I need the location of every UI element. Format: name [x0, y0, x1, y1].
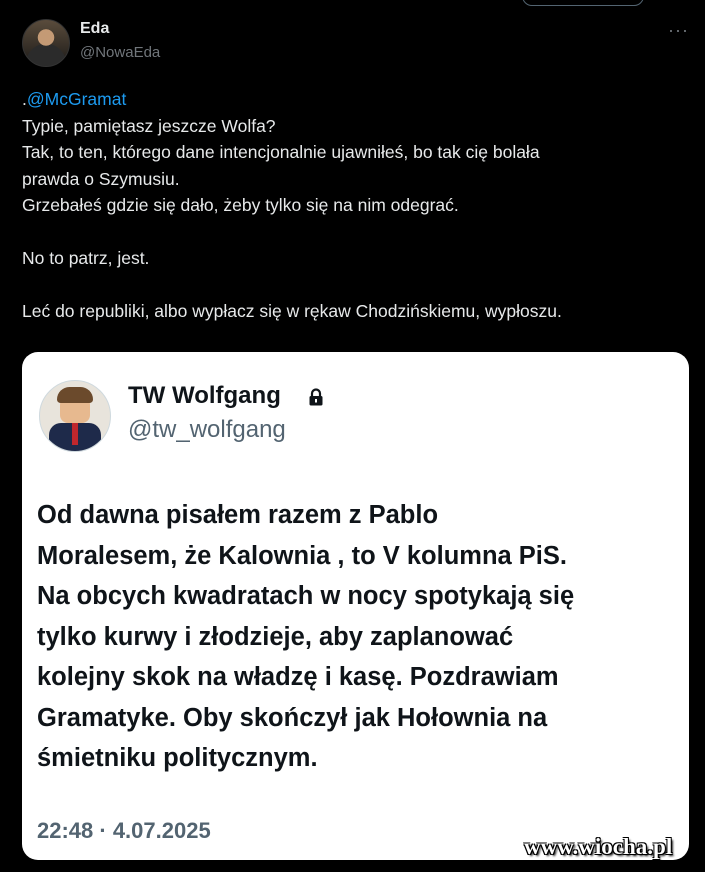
post-line: No to patrz, jest. [22, 248, 150, 268]
embedded-author-handle: @tw_wolfgang [128, 416, 286, 443]
embedded-line: Na obcych kwadratach w nocy spotykają si… [37, 582, 575, 610]
more-dots-icon[interactable]: ··· [668, 20, 689, 41]
author-handle[interactable]: @NowaEda [80, 44, 160, 61]
top-button-outline[interactable] [522, 0, 644, 6]
embedded-line: śmietniku politycznym. [37, 744, 318, 772]
embedded-author-avatar [39, 380, 111, 452]
post-text: .@McGramat Typie, pamiętasz jeszcze Wolf… [22, 86, 682, 325]
embedded-line: kolejny skok na władzę i kasę. Pozdrawia… [37, 663, 559, 691]
author-name[interactable]: Eda [80, 20, 109, 38]
embedded-timestamp: 22:48 · 4.07.2025 [37, 818, 211, 843]
author-avatar[interactable] [22, 19, 70, 67]
embedded-tweet-text: Od dawna pisałem razem z Pablo Moralesem… [37, 495, 687, 779]
embedded-line: Od dawna pisałem razem z Pablo [37, 501, 439, 529]
embedded-line: Gramatyke. Oby skończył jak Hołownia na [37, 703, 548, 732]
lock-icon [309, 388, 323, 406]
post-line: Typie, pamiętasz jeszcze Wolfa? [22, 115, 276, 136]
site-watermark: www.wiocha.pl [524, 834, 673, 859]
embedded-author-name: TW Wolfgang [128, 382, 281, 409]
embedded-line: tylko kurwy i złodzieje, aby zaplanować [37, 622, 514, 651]
post-line: Leć do republiki, albo wypłacz się w ręk… [22, 301, 562, 321]
mention-link[interactable]: @McGramat [27, 89, 126, 109]
post-line: Tak, to ten, którego dane intencjonalnie… [22, 142, 540, 162]
post-line: prawda o Szymusiu. [22, 168, 180, 189]
embedded-line: Moralesem, że Kalownia , to V kolumna Pi… [37, 541, 567, 570]
post-mention-line: .@McGramat [22, 89, 127, 109]
embedded-tweet-card[interactable]: TW Wolfgang @tw_wolfgang Od dawna pisałe… [22, 352, 689, 860]
post-line: Grzebałeś gdzie się dało, żeby tylko się… [22, 195, 459, 215]
